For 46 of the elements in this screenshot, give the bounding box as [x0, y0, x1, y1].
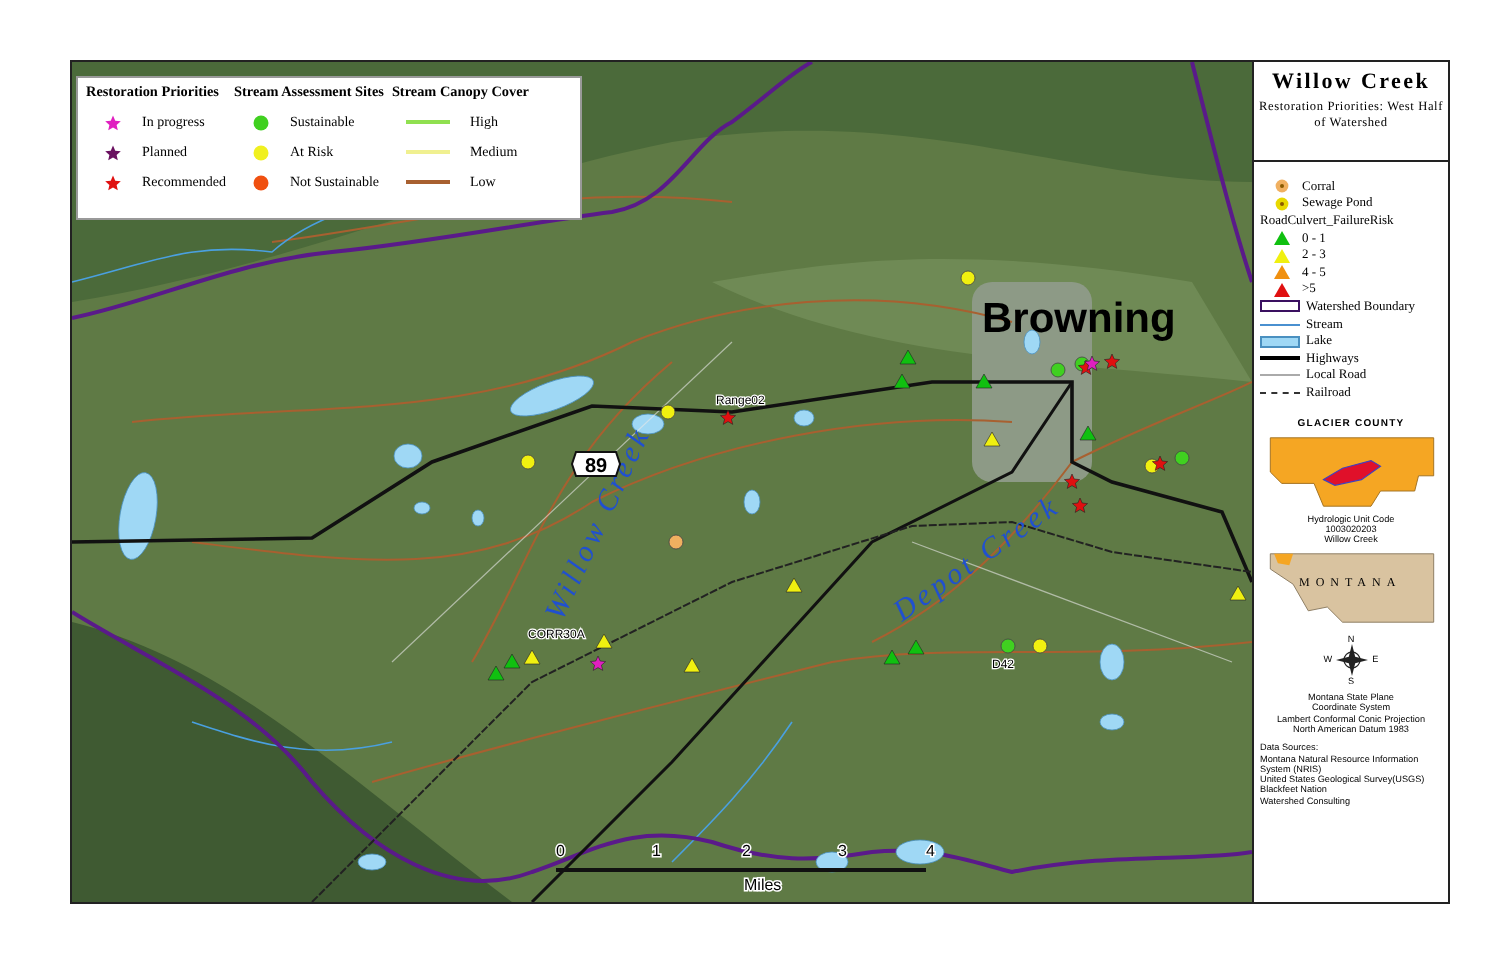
star-marker [720, 409, 736, 425]
culvert-triangle-marker [683, 657, 701, 673]
lake [357, 853, 387, 871]
site-dot-marker [660, 404, 676, 420]
star-marker [1072, 497, 1088, 513]
culvert-triangle-marker [1229, 585, 1247, 601]
culvert-triangle-marker [595, 633, 613, 649]
site-dot-marker [1000, 638, 1016, 654]
lake [743, 489, 761, 515]
lake [1099, 713, 1125, 731]
star-marker [1152, 455, 1168, 471]
lake [393, 443, 423, 469]
star-marker [1104, 353, 1120, 369]
site-dot-marker [1050, 362, 1066, 378]
site-dot-marker [1174, 450, 1190, 466]
map-title: Willow Creek [1271, 70, 1431, 94]
site-dot-marker [1032, 638, 1048, 654]
lake [510, 375, 594, 417]
culvert-triangle-marker [907, 639, 925, 655]
scale-unit-label: Miles [744, 876, 782, 894]
star-marker [1064, 473, 1080, 489]
boundary-swatch [1260, 300, 1300, 313]
culvert-triangle-marker [983, 431, 1001, 447]
highway-swatch [1260, 356, 1300, 361]
lake-swatch [1260, 335, 1300, 348]
town-label: Browning [982, 296, 1176, 342]
compass-rose-icon [1336, 643, 1369, 676]
star-marker [590, 655, 606, 671]
lake [413, 501, 431, 515]
site-dot-marker [960, 270, 976, 286]
lake [118, 472, 158, 560]
site-dot-marker [668, 534, 684, 550]
culvert-triangle-marker [883, 649, 901, 665]
scale-tick-label: 0 [556, 842, 565, 860]
culvert-triangle-marker [975, 373, 993, 389]
culvert-triangle-marker [1079, 425, 1097, 441]
lake [793, 409, 815, 427]
lake [895, 839, 945, 865]
culvert-triangle-marker [785, 577, 803, 593]
site-dot-marker [520, 454, 536, 470]
culvert-triangle-marker [893, 373, 911, 389]
scale-tick-label: 4 [926, 842, 935, 860]
scale-tick-label: 1 [652, 842, 661, 860]
lake [1099, 643, 1125, 681]
culvert-triangle-marker [899, 349, 917, 365]
lake [471, 509, 485, 527]
